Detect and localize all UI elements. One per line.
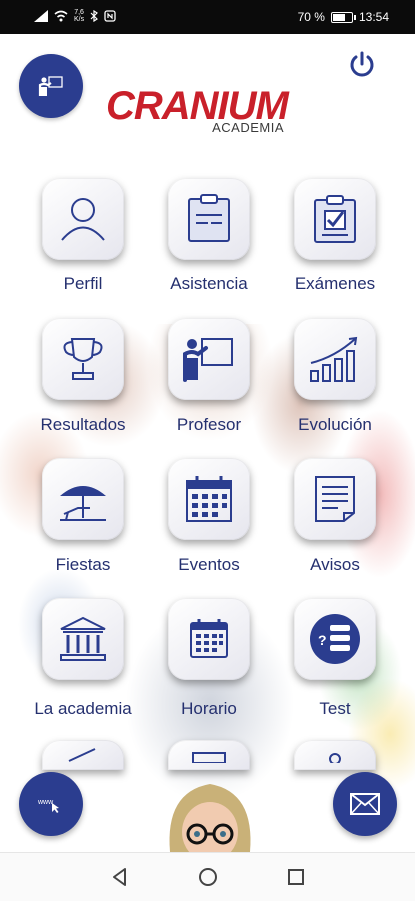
eventos-label[interactable]: Eventos bbox=[149, 554, 269, 575]
avisos-label[interactable]: Avisos bbox=[275, 554, 395, 575]
status-bar: 7,6 K/s 70 % 13:54 bbox=[0, 0, 415, 34]
quiz-icon: ? bbox=[310, 614, 360, 664]
website-button[interactable]: www bbox=[19, 772, 83, 836]
trophy-icon bbox=[63, 338, 103, 380]
www-cursor-icon: www bbox=[38, 799, 59, 813]
horario-button[interactable] bbox=[168, 598, 250, 680]
clock: 13:54 bbox=[358, 10, 389, 24]
contact-mail-button[interactable] bbox=[333, 772, 397, 836]
bluetooth-icon bbox=[90, 10, 99, 22]
user-icon bbox=[61, 198, 105, 241]
examenes-button[interactable] bbox=[294, 178, 376, 260]
perfil-button[interactable] bbox=[42, 178, 124, 260]
menu-grid: Perfil Asistencia Exámenes Resultados Pr… bbox=[0, 34, 415, 852]
test-label[interactable]: Test bbox=[275, 698, 395, 719]
exam-check-icon bbox=[314, 195, 356, 243]
extra-button-3[interactable] bbox=[294, 740, 376, 770]
fiestas-label[interactable]: Fiestas bbox=[23, 554, 143, 575]
profesor-label[interactable]: Profesor bbox=[149, 414, 269, 435]
beach-umbrella-icon bbox=[60, 486, 106, 521]
horario-label[interactable]: Horario bbox=[149, 698, 269, 719]
mail-icon bbox=[350, 793, 380, 815]
extra-button-2[interactable] bbox=[168, 740, 250, 770]
profesor-button[interactable] bbox=[168, 318, 250, 400]
eventos-button[interactable] bbox=[168, 458, 250, 540]
battery-percent: 70 % bbox=[297, 10, 325, 24]
network-speed-unit: K/s bbox=[74, 16, 85, 23]
status-left-icons: 7,6 K/s bbox=[34, 9, 116, 23]
evolucion-button[interactable] bbox=[294, 318, 376, 400]
extra-icon-2 bbox=[192, 752, 226, 763]
calendar-icon bbox=[186, 476, 232, 522]
recents-icon[interactable] bbox=[284, 865, 308, 889]
test-button[interactable]: ? bbox=[294, 598, 376, 680]
resultados-button[interactable] bbox=[42, 318, 124, 400]
extra-button-1[interactable] bbox=[42, 740, 124, 770]
avisos-button[interactable] bbox=[294, 458, 376, 540]
schedule-calendar-icon bbox=[190, 619, 228, 658]
home-icon[interactable] bbox=[196, 865, 220, 889]
svg-text:www: www bbox=[38, 799, 54, 806]
fiestas-button[interactable] bbox=[42, 458, 124, 540]
asistencia-label[interactable]: Asistencia bbox=[149, 273, 269, 294]
academia-button[interactable] bbox=[42, 598, 124, 680]
clipboard-icon bbox=[188, 194, 230, 242]
girl-illustration bbox=[169, 784, 251, 852]
network-speed: 7,6 K/s bbox=[74, 9, 84, 23]
document-icon bbox=[315, 476, 355, 522]
nfc-icon bbox=[104, 10, 116, 22]
building-columns-icon bbox=[60, 616, 106, 661]
app-screen: CRANIUM ACADEMIA Perfil Asistencia Exáme… bbox=[0, 34, 415, 852]
signal-icon bbox=[34, 10, 48, 22]
svg-text:?: ? bbox=[318, 632, 327, 648]
teacher-icon bbox=[183, 338, 233, 382]
asistencia-button[interactable] bbox=[168, 178, 250, 260]
back-icon[interactable] bbox=[108, 865, 132, 889]
system-navigation-bar bbox=[0, 852, 415, 901]
perfil-label[interactable]: Perfil bbox=[23, 273, 143, 294]
network-speed-value: 7,6 bbox=[74, 9, 84, 16]
evolucion-label[interactable]: Evolución bbox=[275, 414, 395, 435]
academia-label[interactable]: La academia bbox=[23, 698, 143, 719]
examenes-label[interactable]: Exámenes bbox=[275, 273, 395, 294]
extra-icon-1 bbox=[68, 748, 96, 762]
extra-icon-3 bbox=[329, 753, 341, 763]
growth-chart-icon bbox=[310, 336, 358, 382]
resultados-label[interactable]: Resultados bbox=[23, 414, 143, 435]
wifi-icon bbox=[54, 10, 68, 22]
status-right: 70 % 13:54 bbox=[298, 10, 389, 24]
battery-icon bbox=[330, 11, 356, 23]
